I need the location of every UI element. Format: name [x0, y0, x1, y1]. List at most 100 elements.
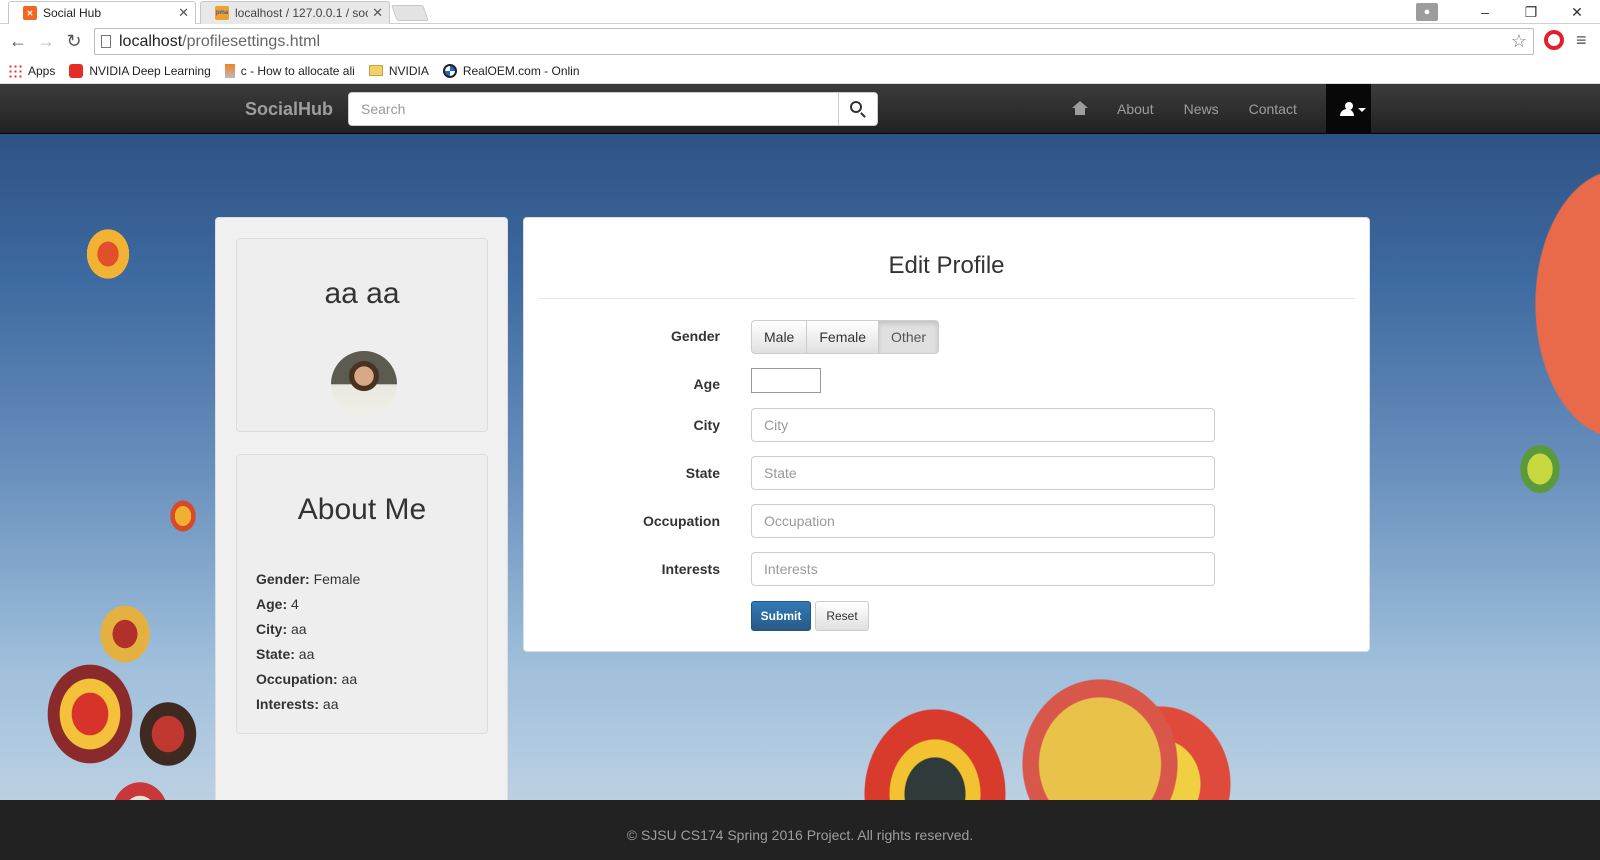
about-label: Age:: [256, 596, 288, 612]
new-tab-button[interactable]: [391, 5, 429, 21]
profile-icon[interactable]: ●: [1416, 3, 1438, 21]
nav-link-contact[interactable]: Contact: [1234, 84, 1312, 134]
bookmark-realoem[interactable]: RealOEM.com - Onlin: [442, 63, 580, 78]
bookmark-label: c - How to allocate ali: [240, 63, 355, 78]
about-label: Gender:: [256, 571, 310, 587]
about-gender: Gender: Female: [256, 567, 468, 592]
tab-social-hub[interactable]: ✕ Social Hub ✕: [8, 1, 196, 24]
restore-button[interactable]: ❐: [1508, 4, 1554, 21]
profile-name: aa aa: [324, 277, 400, 310]
edit-profile-panel: Edit Profile Gender Male Female Other Ag…: [523, 217, 1370, 652]
state-field[interactable]: [751, 456, 1215, 490]
caret-down-icon: [1358, 108, 1366, 112]
tab-phpmyadmin[interactable]: pma localhost / 127.0.0.1 / soc ✕: [200, 1, 390, 24]
xampp-favicon-icon: ✕: [23, 6, 37, 20]
bookmark-stackoverflow[interactable]: c - How to allocate ali: [224, 63, 355, 78]
age-field[interactable]: [751, 368, 821, 393]
stackoverflow-icon: [224, 63, 235, 78]
gender-male-button[interactable]: Male: [751, 320, 808, 354]
back-arrow-icon[interactable]: ←: [4, 31, 32, 52]
interests-label: Interests: [661, 561, 720, 577]
edit-profile-title: Edit Profile: [888, 252, 1005, 279]
submit-button[interactable]: Submit: [751, 601, 811, 631]
gender-other-button[interactable]: Other: [878, 320, 940, 354]
about-state: State: aa: [256, 642, 468, 667]
user-menu-dropdown[interactable]: [1326, 84, 1371, 134]
about-interests: Interests: aa: [256, 692, 468, 717]
bookmark-star-icon[interactable]: ☆: [1511, 31, 1527, 52]
about-label: Interests:: [256, 696, 320, 712]
search-icon: [850, 101, 862, 113]
bookmark-label: NVIDIA: [388, 63, 429, 78]
user-icon-body: [1340, 109, 1354, 116]
bookmark-label: Apps: [28, 63, 56, 78]
browser-tab-strip: ✕ Social Hub ✕ pma localhost / 127.0.0.1…: [0, 0, 1600, 24]
city-label: City: [693, 417, 720, 433]
avatar: [331, 351, 397, 417]
about-value: Female: [309, 571, 361, 587]
opera-icon[interactable]: [1544, 30, 1564, 50]
about-me-title: About Me: [297, 493, 427, 526]
page-icon: [101, 35, 111, 48]
site-navbar: SocialHub About News Contact: [0, 84, 1600, 134]
brand-logo[interactable]: SocialHub: [245, 99, 333, 120]
age-label: Age: [693, 376, 720, 392]
bookmark-label: RealOEM.com - Onlin: [462, 63, 580, 78]
interests-field[interactable]: [751, 552, 1215, 586]
bookmark-nvidia-deep-learning[interactable]: NVIDIA Deep Learning: [69, 63, 211, 78]
bookmark-label: NVIDIA Deep Learning: [89, 63, 211, 78]
address-bar[interactable]: localhost/profilesettings.html ☆: [94, 28, 1534, 55]
about-me-card: About Me Gender: Female Age: 4 City: aa …: [236, 454, 488, 734]
apps-icon: [8, 63, 22, 78]
bookmark-nvidia-folder[interactable]: NVIDIA: [368, 63, 429, 78]
close-window-button[interactable]: ✕: [1554, 4, 1600, 21]
about-label: State:: [256, 646, 295, 662]
reload-icon[interactable]: ↻: [60, 31, 88, 52]
forward-arrow-icon[interactable]: →: [32, 31, 60, 52]
bookmark-apps[interactable]: Apps: [8, 63, 56, 78]
home-icon[interactable]: [1066, 99, 1094, 119]
nav-link-news[interactable]: News: [1169, 84, 1234, 134]
gender-label: Gender: [670, 328, 720, 344]
folder-icon: [368, 65, 383, 76]
about-value: aa: [337, 671, 358, 687]
reset-button[interactable]: Reset: [815, 601, 869, 631]
page-background: SocialHub About News Contact aa aa About…: [0, 84, 1600, 860]
window-controls: ● – ❐ ✕: [1416, 0, 1600, 24]
occupation-field[interactable]: [751, 504, 1215, 538]
url-path: /profilesettings.html: [182, 32, 320, 50]
search-input[interactable]: [348, 92, 839, 126]
tab-close-icon[interactable]: ✕: [372, 5, 383, 21]
profile-name-card: aa aa: [236, 238, 488, 432]
about-value: aa: [287, 621, 307, 637]
occupation-label: Occupation: [642, 513, 720, 529]
about-value: aa: [319, 696, 339, 712]
nav-link-about[interactable]: About: [1102, 84, 1169, 134]
gender-female-button[interactable]: Female: [806, 320, 880, 354]
tab-title: Social Hub: [43, 6, 102, 20]
about-age: Age: 4: [256, 592, 468, 617]
browser-toolbar: ← → ↻ localhost/profilesettings.html ☆ ≡: [0, 25, 1600, 57]
nav-links: About News Contact: [1066, 84, 1312, 134]
search-button[interactable]: [838, 92, 878, 126]
about-city: City: aa: [256, 617, 468, 642]
about-value: aa: [294, 646, 315, 662]
bmw-icon: [442, 63, 457, 78]
state-label: State: [685, 465, 720, 481]
youtube-icon: [69, 63, 84, 78]
phpmyadmin-favicon-icon: pma: [215, 6, 229, 20]
about-label: Occupation:: [256, 671, 338, 687]
city-field[interactable]: [751, 408, 1215, 442]
about-label: City:: [256, 621, 288, 637]
site-footer: © SJSU CS174 Spring 2016 Project. All ri…: [0, 800, 1600, 860]
about-occupation: Occupation: aa: [256, 667, 468, 692]
about-value: 4: [287, 596, 299, 612]
minimize-button[interactable]: –: [1462, 4, 1508, 20]
tab-close-icon[interactable]: ✕: [178, 5, 189, 21]
bookmarks-bar: Apps NVIDIA Deep Learning c - How to all…: [0, 58, 1600, 84]
url-host: localhost: [119, 32, 183, 50]
divider: [539, 298, 1355, 299]
menu-icon[interactable]: ≡: [1576, 30, 1587, 51]
profile-sidebar: aa aa About Me Gender: Female Age: 4 Cit…: [215, 217, 508, 860]
tab-title: localhost / 127.0.0.1 / soc: [235, 6, 369, 20]
